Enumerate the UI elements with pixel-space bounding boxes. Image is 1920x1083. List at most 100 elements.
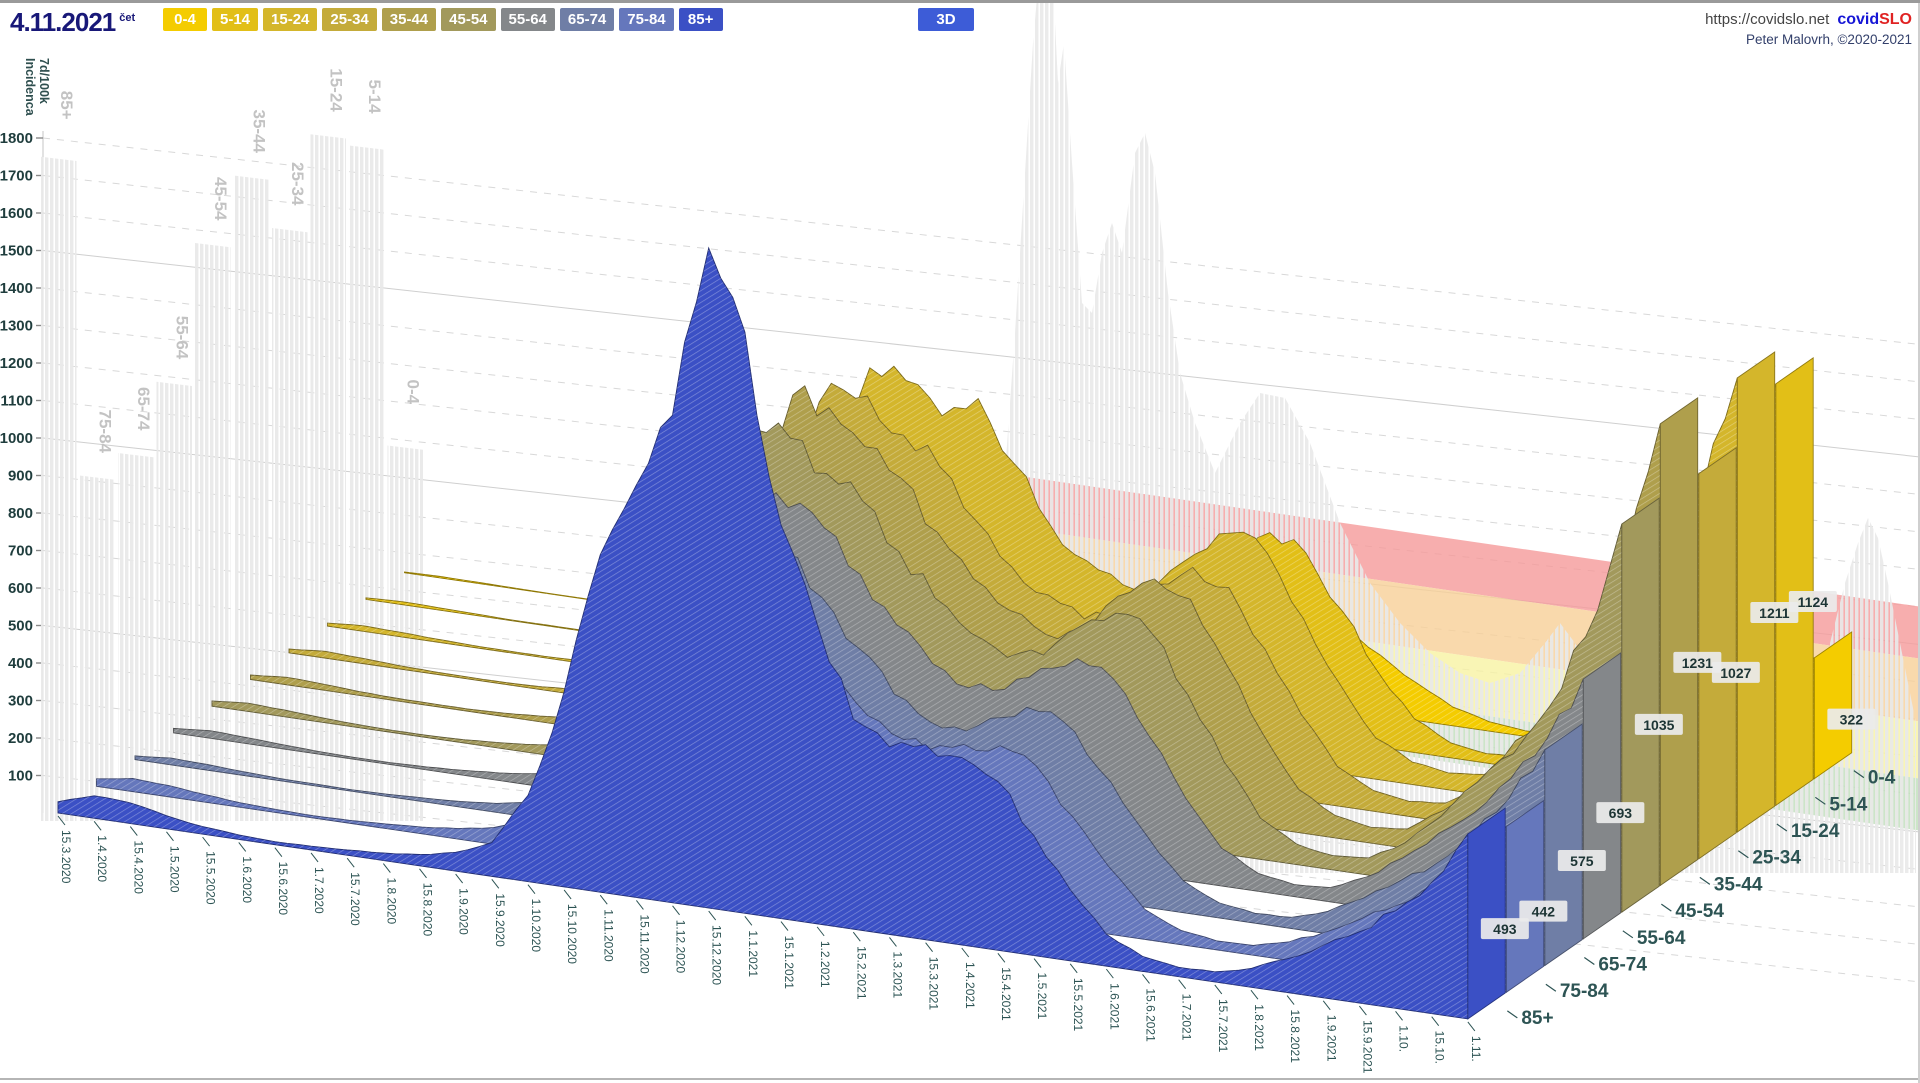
- svg-text:15.10.2020: 15.10.2020: [565, 904, 579, 964]
- svg-text:15.11.2020: 15.11.2020: [637, 914, 651, 973]
- svg-text:1035: 1035: [1643, 717, 1674, 733]
- svg-text:25-34: 25-34: [1752, 848, 1801, 869]
- svg-text:1124: 1124: [1798, 594, 1829, 610]
- svg-text:1.4.2021: 1.4.2021: [963, 962, 977, 1009]
- site-url-link[interactable]: https://covidslo.net: [1705, 11, 1829, 28]
- svg-text:15.9.2021: 15.9.2021: [1360, 1020, 1374, 1074]
- svg-text:1.8.2021: 1.8.2021: [1252, 1004, 1266, 1051]
- svg-text:15.7.2021: 15.7.2021: [1216, 999, 1230, 1053]
- svg-text:1.12.2020: 1.12.2020: [674, 920, 688, 974]
- svg-text:1.11.2020: 1.11.2020: [601, 909, 615, 962]
- age-filter-button-15-24[interactable]: 15-24: [263, 8, 318, 31]
- svg-text:300: 300: [8, 693, 33, 710]
- svg-text:15.2.2021: 15.2.2021: [854, 946, 868, 1000]
- svg-text:1400: 1400: [0, 280, 33, 297]
- svg-text:1.10.: 1.10.: [1397, 1025, 1411, 1052]
- svg-text:45-54: 45-54: [211, 177, 230, 221]
- end-value-0-4: 322: [1827, 708, 1876, 730]
- svg-text:1.1.2021: 1.1.2021: [746, 930, 760, 977]
- svg-text:75-84: 75-84: [1560, 981, 1609, 1002]
- svg-text:1.4.2020: 1.4.2020: [95, 835, 109, 882]
- svg-text:1.10.2020: 1.10.2020: [529, 899, 543, 953]
- svg-text:1.9.2021: 1.9.2021: [1324, 1015, 1338, 1062]
- svg-text:1600: 1600: [0, 205, 33, 222]
- age-filter-button-45-54[interactable]: 45-54: [441, 8, 496, 31]
- svg-text:1.7.2021: 1.7.2021: [1180, 994, 1194, 1041]
- svg-text:600: 600: [8, 580, 33, 597]
- date-label: 4.11.2021: [10, 7, 116, 37]
- svg-text:15.8.2020: 15.8.2020: [421, 883, 435, 937]
- top-toolbar: 4.11.2021 čet 0-4 5-14 15-24 25-34 35-44 45-54…: [0, 3, 1920, 47]
- svg-text:0-4: 0-4: [1868, 768, 1896, 789]
- age-filter-buttons: 0-4 5-14 15-24 25-34 35-44 45-54 55-64 65-74 75-…: [163, 8, 723, 31]
- svg-text:1.5.2021: 1.5.2021: [1035, 973, 1049, 1020]
- svg-text:5-14: 5-14: [1829, 794, 1867, 815]
- age-filter-button-85+[interactable]: 85+: [678, 8, 723, 31]
- svg-text:1.9.2020: 1.9.2020: [457, 888, 471, 935]
- age-filter-button-0-4[interactable]: 0-4: [163, 8, 207, 31]
- weekday-label: čet: [119, 12, 136, 25]
- svg-text:15.10.: 15.10.: [1433, 1031, 1447, 1064]
- svg-text:1100: 1100: [0, 393, 33, 410]
- logo-slo: SLO: [1879, 11, 1912, 28]
- svg-text:35-44: 35-44: [250, 110, 269, 154]
- age-filter-button-35-44[interactable]: 35-44: [381, 8, 437, 31]
- svg-text:1.2.2021: 1.2.2021: [818, 941, 832, 988]
- svg-text:15.7.2020: 15.7.2020: [348, 872, 362, 926]
- svg-text:442: 442: [1532, 904, 1556, 920]
- svg-text:15.8.2021: 15.8.2021: [1288, 1010, 1302, 1064]
- svg-text:1.7.2020: 1.7.2020: [312, 867, 326, 914]
- svg-text:900: 900: [8, 468, 33, 485]
- author-credit: Peter Malovrh, ©2020-2021: [1745, 32, 1912, 48]
- svg-text:65-74: 65-74: [1598, 955, 1647, 976]
- svg-text:15.5.2020: 15.5.2020: [204, 851, 218, 905]
- svg-text:1300: 1300: [0, 318, 33, 335]
- svg-text:1027: 1027: [1720, 665, 1751, 681]
- svg-text:7d/100k: 7d/100k: [37, 58, 51, 104]
- svg-text:493: 493: [1493, 921, 1517, 937]
- svg-text:800: 800: [8, 505, 33, 522]
- svg-text:1800: 1800: [0, 130, 33, 147]
- svg-text:1700: 1700: [0, 168, 33, 185]
- svg-text:15.3.2020: 15.3.2020: [59, 830, 73, 884]
- age-filter-button-5-14[interactable]: 5-14: [212, 8, 259, 31]
- incidence-3d-chart: 100 200 300 400 500 600 700 800 900 1000 1100 1200 1…: [0, 3, 1920, 1074]
- svg-text:85+: 85+: [1521, 1008, 1553, 1029]
- svg-text:1.5.2020: 1.5.2020: [167, 846, 181, 893]
- svg-text:25-34: 25-34: [288, 162, 307, 206]
- svg-text:1.11.: 1.11.: [1469, 1036, 1483, 1062]
- age-filter-button-25-34[interactable]: 25-34: [322, 8, 377, 31]
- svg-text:1.8.2020: 1.8.2020: [384, 878, 398, 925]
- svg-text:55-64: 55-64: [173, 316, 192, 360]
- logo-covid: covid: [1837, 11, 1880, 28]
- svg-text:15.3.2021: 15.3.2021: [927, 957, 941, 1011]
- svg-text:1.6.2020: 1.6.2020: [240, 856, 254, 903]
- svg-text:45-54: 45-54: [1675, 901, 1724, 922]
- svg-text:200: 200: [8, 730, 33, 747]
- end-value-35-44: 1231: [1673, 651, 1722, 673]
- current-date: 4.11.2021 čet: [10, 7, 135, 38]
- end-value-55-64: 693: [1596, 802, 1645, 824]
- svg-text:1.6.2021: 1.6.2021: [1107, 983, 1121, 1030]
- mode-3d-button[interactable]: 3D: [918, 8, 974, 31]
- age-filter-button-75-84[interactable]: 75-84: [619, 8, 674, 31]
- svg-text:15.6.2020: 15.6.2020: [276, 862, 290, 916]
- svg-text:55-64: 55-64: [1637, 928, 1686, 949]
- age-filter-button-65-74[interactable]: 65-74: [559, 8, 615, 31]
- svg-text:322: 322: [1840, 712, 1864, 728]
- svg-text:1000: 1000: [0, 430, 33, 447]
- svg-text:575: 575: [1570, 853, 1594, 869]
- age-filter-button-55-64[interactable]: 55-64: [500, 8, 555, 31]
- svg-text:15-24: 15-24: [327, 68, 346, 112]
- end-value-65-74: 575: [1557, 850, 1606, 872]
- svg-text:1200: 1200: [0, 355, 33, 372]
- svg-text:75-84: 75-84: [96, 410, 115, 454]
- svg-text:700: 700: [8, 543, 33, 560]
- svg-text:1211: 1211: [1759, 605, 1790, 621]
- svg-text:15.5.2021: 15.5.2021: [1071, 978, 1085, 1032]
- svg-text:Incidenca: Incidenca: [23, 58, 37, 117]
- end-value-15-24: 1211: [1750, 602, 1799, 624]
- site-credit-block: https://covidslo.net covidSLO Peter Malov…: [1705, 9, 1912, 50]
- svg-text:15.4.2020: 15.4.2020: [131, 841, 145, 895]
- svg-text:400: 400: [8, 655, 33, 672]
